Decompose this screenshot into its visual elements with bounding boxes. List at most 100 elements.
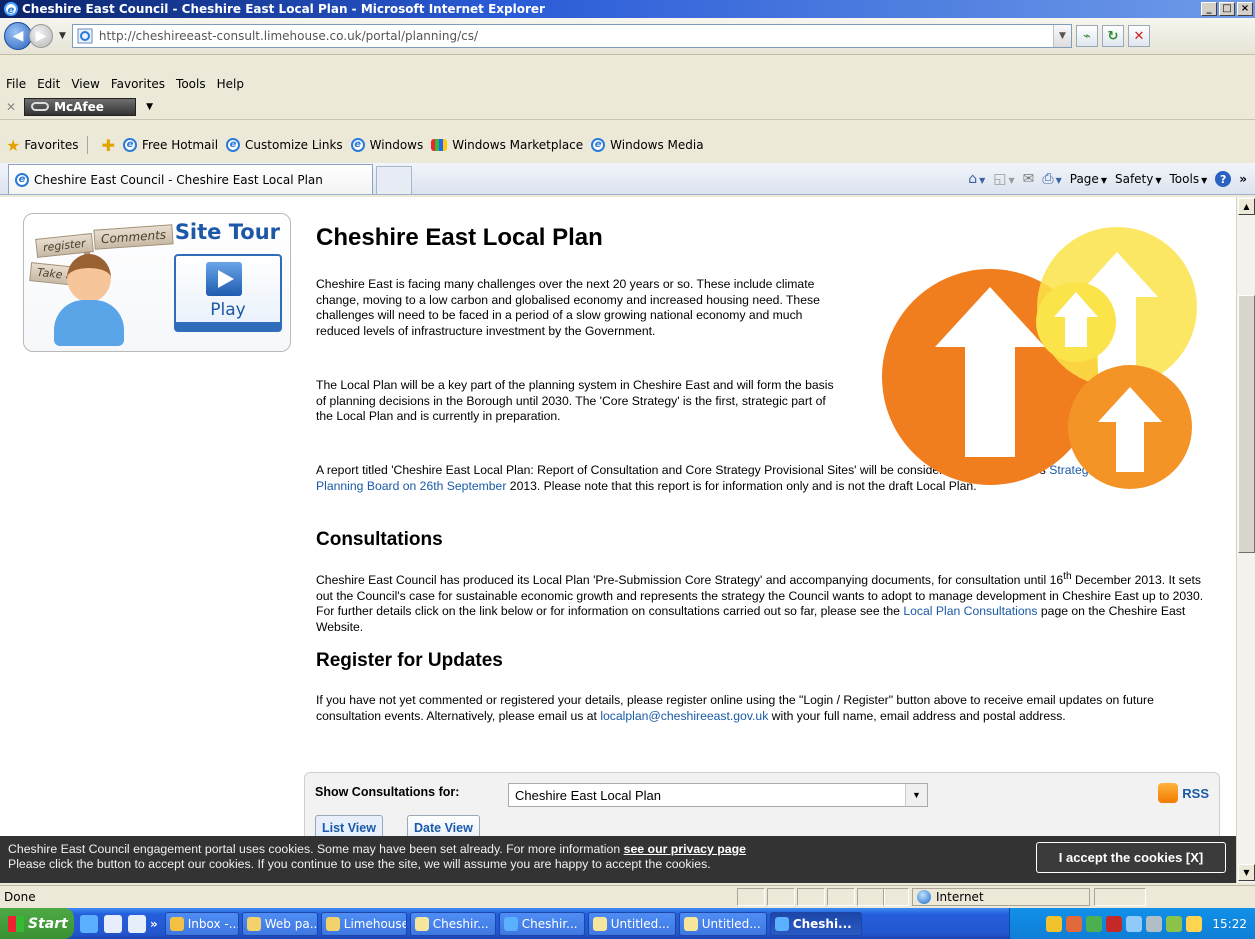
mail-icon <box>592 916 607 931</box>
tray-update-icon[interactable] <box>1086 915 1103 932</box>
privacy-page-link[interactable]: see our privacy page <box>624 842 746 856</box>
consultations-heading: Consultations <box>316 529 443 550</box>
accept-cookies-button[interactable]: I accept the cookies [X] <box>1036 842 1226 873</box>
consultation-select[interactable]: Cheshire East Local Plan ▼ <box>508 783 928 807</box>
fav-link-customize-links[interactable]: e Customize Links <box>226 138 343 152</box>
back-button[interactable]: ◀ <box>4 22 32 50</box>
task-limehouse[interactable]: Limehouse <box>320 911 407 936</box>
task-untitled-1[interactable]: Untitled... <box>587 911 676 936</box>
tray-network-icon[interactable] <box>1046 915 1063 932</box>
folder-icon <box>325 916 340 931</box>
vertical-scrollbar[interactable]: ▲ ▼ <box>1236 197 1255 883</box>
clock: 15:22 <box>1212 916 1247 931</box>
task-cheshire-ie[interactable]: Cheshir... <box>498 911 585 936</box>
maximize-button[interactable]: □ <box>1219 2 1235 16</box>
tray-volume-icon[interactable] <box>1146 915 1163 932</box>
fav-link-windows-media[interactable]: e Windows Media <box>591 138 704 152</box>
compatibility-icon[interactable]: ⌁ <box>1075 25 1098 47</box>
address-dropdown-icon[interactable]: ▼ <box>1052 25 1071 47</box>
task-web-pages[interactable]: Web pa... <box>241 911 318 936</box>
fav-link-free-hotmail[interactable]: e Free Hotmail <box>122 138 218 152</box>
menu-view[interactable]: View <box>71 77 99 91</box>
stop-icon[interactable]: ✕ <box>1127 25 1150 47</box>
add-favorites-icon[interactable]: ✚ <box>102 136 115 155</box>
chevron-right-icon[interactable]: » <box>1239 172 1247 186</box>
address-bar[interactable]: http://cheshireeast-consult.limehouse.co… <box>71 24 1072 48</box>
window-quicklaunch-icon[interactable] <box>128 914 146 933</box>
windows-flag-icon <box>8 915 24 932</box>
mail-icon <box>414 916 429 931</box>
tray-messenger-icon[interactable] <box>1166 915 1183 932</box>
forward-button[interactable]: ▶ <box>29 24 53 48</box>
ie-icon: e <box>350 138 365 152</box>
minimize-button[interactable]: _ <box>1201 2 1217 16</box>
rss-icon <box>1158 783 1179 803</box>
task-cheshire-mail[interactable]: Cheshir... <box>409 911 496 936</box>
print-icon[interactable]: ⎙ ▼ <box>1042 171 1061 187</box>
status-text: Done <box>4 890 36 904</box>
tray-security-icon[interactable] <box>1106 915 1123 932</box>
close-toolbar-icon[interactable]: ✕ <box>6 100 16 114</box>
command-bar: ⌂ ▼ ◱ ▼ ✉ ⎙ ▼ Page ▼ Safety ▼ Tools ▼ ? » <box>968 166 1247 192</box>
scroll-up-icon[interactable]: ▲ <box>1238 198 1255 215</box>
ie-icon: e <box>226 138 241 152</box>
divider <box>86 136 88 154</box>
sign-comments: Comments <box>93 224 174 250</box>
mcafee-logo-icon <box>31 102 50 111</box>
favorites-star-icon[interactable]: ★ <box>6 136 20 155</box>
history-dropdown-icon[interactable]: ▼ <box>59 31 66 41</box>
mail-icon[interactable]: ✉ <box>1023 171 1035 187</box>
menu-file[interactable]: File <box>6 77 26 91</box>
quicklaunch-more-icon[interactable]: » <box>150 917 158 931</box>
arrows-graphic <box>882 227 1197 489</box>
menu-bar: File Edit View Favorites Tools Help <box>0 74 1255 94</box>
localplan-email-link[interactable]: localplan@cheshireeast.gov.uk <box>600 709 768 723</box>
site-tour-title: Site Tour <box>174 220 280 244</box>
tab-cheshire-east[interactable]: e Cheshire East Council - Cheshire East … <box>8 164 373 194</box>
site-tour-banner[interactable]: register Comments Take a tour Site Tour … <box>23 213 291 352</box>
tools-menu[interactable]: Tools ▼ <box>1170 172 1208 186</box>
page-menu[interactable]: Page ▼ <box>1070 172 1107 186</box>
task-cheshire-active[interactable]: Cheshi... <box>769 911 862 936</box>
task-untitled-2[interactable]: Untitled... <box>678 911 767 936</box>
new-tab-button[interactable] <box>376 166 412 194</box>
home-icon[interactable]: ⌂ ▼ <box>968 171 985 187</box>
chevron-down-icon: ▼ <box>905 784 927 806</box>
address-toolbar: ◀ ▶ ▼ http://cheshireeast-consult.limeho… <box>0 18 1255 55</box>
menu-help[interactable]: Help <box>217 77 244 91</box>
fav-link-windows-marketplace[interactable]: Windows Marketplace <box>431 138 583 152</box>
outlook-icon <box>169 916 184 931</box>
system-tray: 15:22 <box>1009 908 1255 939</box>
mcafee-button[interactable]: McAfee <box>24 97 137 116</box>
globe-icon <box>917 890 931 904</box>
window-title-bar: e Cheshire East Council - Cheshire East … <box>0 0 1255 18</box>
tray-shield-icon[interactable] <box>1066 915 1083 932</box>
tray-display-icon[interactable] <box>1126 915 1143 932</box>
address-url: http://cheshireeast-consult.limehouse.co… <box>98 29 479 43</box>
menu-tools[interactable]: Tools <box>176 77 206 91</box>
menu-favorites[interactable]: Favorites <box>111 77 165 91</box>
local-plan-consultations-link[interactable]: Local Plan Consultations <box>903 604 1037 618</box>
ie-quicklaunch-icon[interactable] <box>80 914 98 933</box>
start-button[interactable]: Start <box>0 908 74 939</box>
folder-icon <box>246 916 261 931</box>
scroll-down-icon[interactable]: ▼ <box>1238 864 1255 881</box>
play-button[interactable]: Play <box>174 254 282 332</box>
safety-menu[interactable]: Safety ▼ <box>1115 172 1162 186</box>
menu-edit[interactable]: Edit <box>37 77 60 91</box>
task-inbox[interactable]: Inbox -... <box>164 911 239 936</box>
favorites-button[interactable]: Favorites <box>24 138 78 152</box>
close-button[interactable]: × <box>1237 2 1253 16</box>
page-icon <box>77 28 93 44</box>
protected-mode-icon[interactable] <box>1094 888 1146 906</box>
refresh-icon[interactable]: ↻ <box>1101 25 1124 47</box>
scroll-thumb[interactable] <box>1238 295 1255 553</box>
feeds-icon[interactable]: ◱ ▼ <box>993 171 1014 187</box>
fav-link-windows[interactable]: e Windows <box>350 138 423 152</box>
cookie-message: Cheshire East Council engagement portal … <box>8 842 746 871</box>
help-icon[interactable]: ? <box>1215 171 1232 187</box>
show-desktop-icon[interactable] <box>104 914 122 933</box>
mcafee-dropdown-icon[interactable]: ▼ <box>146 102 153 112</box>
rss-link[interactable]: RSS <box>1158 783 1209 803</box>
tray-connection-icon[interactable] <box>1186 915 1203 932</box>
